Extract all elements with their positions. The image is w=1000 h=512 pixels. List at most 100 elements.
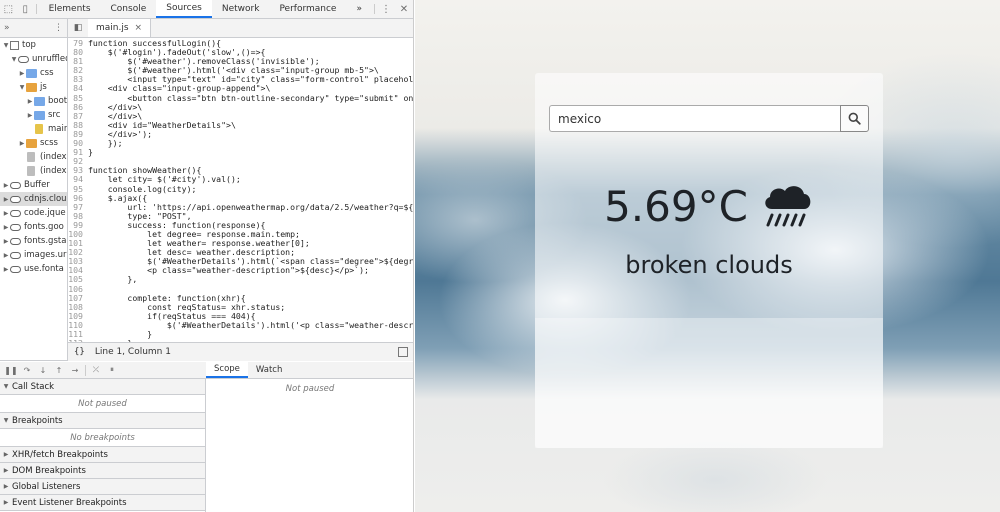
inspect-element-icon[interactable]: ⬚: [0, 0, 17, 18]
section-header[interactable]: ▶ Event Listener Breakpoints: [0, 495, 205, 511]
deactivate-breakpoints-icon[interactable]: ⤫: [88, 365, 104, 375]
section-header[interactable]: ▶ XHR/fetch Breakpoints: [0, 447, 205, 463]
code-line[interactable]: 90 });: [68, 138, 413, 148]
expand-down-icon[interactable]: ▼: [18, 84, 26, 91]
tree-item-label: (index): [40, 166, 68, 176]
tree-item[interactable]: (index): [0, 150, 67, 164]
tab-scope[interactable]: Scope: [206, 362, 248, 378]
expand-right-icon[interactable]: ▶: [2, 182, 10, 189]
tree-item[interactable]: ▶ fonts.gsta: [0, 234, 67, 248]
tree-item[interactable]: ▶ boots: [0, 94, 67, 108]
search-button[interactable]: [840, 105, 869, 132]
expand-down-icon[interactable]: ▼: [10, 56, 18, 63]
expand-right-icon[interactable]: ▶: [2, 196, 10, 203]
code-line[interactable]: 91}: [68, 147, 413, 158]
tree-item[interactable]: ▶ Buffer: [0, 178, 67, 192]
expand-down-icon[interactable]: ▼: [2, 42, 10, 49]
tree-item[interactable]: ▶ fonts.goo: [0, 220, 67, 234]
debugger-toolbar: ❚❚ ↷ ↓ ↑ → ⤫ ⏸: [0, 362, 206, 379]
code-line[interactable]: 105 },: [68, 274, 413, 285]
expand-right-icon[interactable]: ▶: [26, 98, 34, 105]
expand-right-icon: ▶: [3, 499, 9, 506]
tree-item[interactable]: ▶ code.jque: [0, 206, 67, 220]
tree-item[interactable]: ▼ js: [0, 80, 67, 94]
expand-right-icon: ▶: [3, 483, 9, 490]
file-tree: ▼ top ▼ unruffled- ▶ css ▼ js ▶ boots ▶ src main ▶ scs…: [0, 38, 67, 276]
step-into-icon[interactable]: ↓: [35, 366, 51, 375]
expand-right-icon[interactable]: ▶: [18, 140, 26, 147]
section-title: Global Listeners: [12, 481, 81, 492]
expand-down-icon: ▼: [3, 417, 9, 424]
tab-console[interactable]: Console: [101, 0, 157, 18]
file-gray-icon: [27, 166, 35, 176]
folder-icon: [34, 96, 45, 106]
weather-page: 5.69°C broken clouds: [415, 0, 1000, 512]
tab-network[interactable]: Network: [212, 0, 270, 18]
tab-elements[interactable]: Elements: [39, 0, 101, 18]
tab-watch[interactable]: Watch: [248, 362, 290, 378]
pause-icon[interactable]: ❚❚: [3, 366, 19, 375]
section-header[interactable]: ▶ Global Listeners: [0, 479, 205, 495]
section-header[interactable]: ▼ Call Stack: [0, 379, 205, 395]
tree-item[interactable]: (index): [0, 164, 67, 178]
folder-icon: [26, 68, 37, 78]
folder-open-icon: [26, 82, 37, 92]
city-input[interactable]: [549, 105, 840, 132]
device-toolbar-icon[interactable]: ▯: [17, 0, 34, 18]
tree-item[interactable]: ▶ use.fonta: [0, 262, 67, 276]
expand-right-icon[interactable]: ▶: [26, 112, 34, 119]
editor-tab-main-js[interactable]: main.js ×: [88, 19, 152, 37]
tree-item-label: fonts.goo: [24, 222, 64, 232]
section-title: Event Listener Breakpoints: [12, 497, 127, 508]
expand-right-icon[interactable]: ▶: [2, 210, 10, 217]
tree-item-label: scss: [40, 138, 58, 148]
tree-item[interactable]: ▼ unruffled-: [0, 52, 67, 66]
navigator-menu-icon[interactable]: ⋮: [54, 23, 63, 33]
expand-right-icon[interactable]: ▶: [2, 252, 10, 259]
code-area[interactable]: 79 function successfulLogin(){80 $('#logi…: [68, 39, 413, 342]
tree-item[interactable]: ▶ src: [0, 108, 67, 122]
tree-item[interactable]: ▶ images.ur: [0, 248, 67, 262]
more-tabs-button[interactable]: »: [346, 0, 372, 18]
close-tab-icon[interactable]: ×: [135, 23, 143, 33]
editor-status-bar: {} Line 1, Column 1: [68, 342, 413, 361]
step-icon[interactable]: →: [67, 366, 83, 375]
tree-item[interactable]: ▶ css: [0, 66, 67, 80]
step-out-icon[interactable]: ↑: [51, 366, 67, 375]
coverage-icon[interactable]: [398, 347, 408, 357]
tab-performance[interactable]: Performance: [269, 0, 346, 18]
expand-right-icon[interactable]: ▶: [2, 266, 10, 273]
cloud-icon: [18, 55, 29, 63]
tree-item-label: js: [40, 82, 47, 92]
devtools-panel: ⬚ ▯ Elements Console Sources Network Per…: [0, 0, 414, 512]
expand-right-icon[interactable]: ▶: [2, 224, 10, 231]
pretty-print-button[interactable]: {}: [74, 347, 85, 357]
tree-item[interactable]: ▶ cdnjs.clou: [0, 192, 67, 206]
step-over-icon[interactable]: ↷: [19, 366, 35, 375]
expand-down-icon: ▼: [3, 383, 9, 390]
tree-item[interactable]: ▶ scss: [0, 136, 67, 150]
section-title: XHR/fetch Breakpoints: [12, 449, 108, 460]
tree-item[interactable]: main: [0, 122, 67, 136]
close-icon[interactable]: ✕: [395, 0, 413, 18]
expand-right-icon[interactable]: ▶: [2, 238, 10, 245]
tree-item[interactable]: ▼ top: [0, 38, 67, 52]
search-group: [549, 105, 869, 132]
toggle-navigator-icon[interactable]: ◧: [68, 19, 88, 37]
temperature-value: 5.69°C: [604, 181, 748, 231]
tree-item-label: use.fonta: [24, 264, 64, 274]
cloud-rain-icon: [765, 186, 811, 227]
weather-description: broken clouds: [625, 251, 793, 279]
kebab-menu-icon[interactable]: ⋮: [377, 0, 395, 18]
code-text: }: [88, 147, 93, 158]
section-header[interactable]: ▶ DOM Breakpoints: [0, 463, 205, 479]
cloud-icon: [10, 251, 21, 259]
expand-right-icon[interactable]: ▶: [18, 70, 26, 77]
expand-right-icon: ▶: [3, 451, 9, 458]
code-text: },: [88, 274, 138, 285]
section-header[interactable]: ▼ Breakpoints: [0, 413, 205, 429]
tab-sources[interactable]: Sources: [156, 0, 212, 18]
devtools-tabbar: ⬚ ▯ Elements Console Sources Network Per…: [0, 0, 413, 19]
navigator-more-button[interactable]: »: [4, 23, 10, 33]
pause-on-exceptions-icon[interactable]: ⏸: [104, 365, 120, 375]
